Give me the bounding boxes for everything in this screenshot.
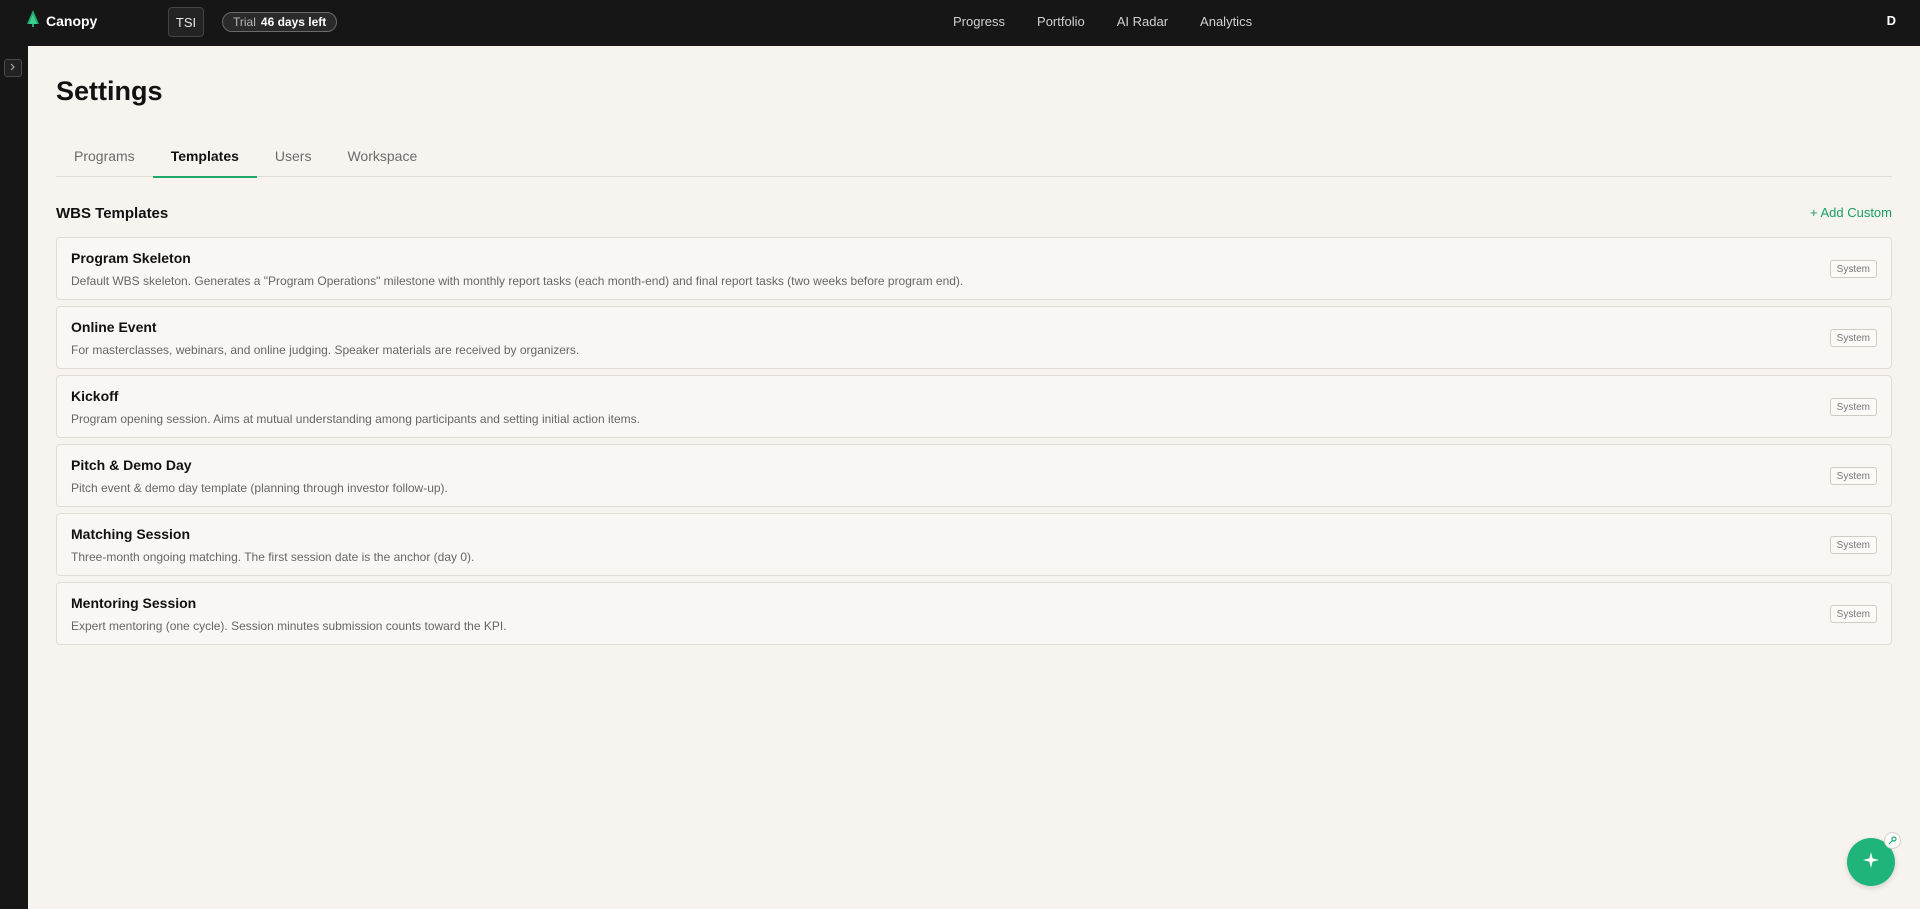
template-card-kickoff[interactable]: Kickoff Program opening session. Aims at… [56, 375, 1892, 438]
brand-name: Canopy [46, 13, 98, 29]
template-card-online-event[interactable]: Online Event For masterclasses, webinars… [56, 306, 1892, 369]
sparkle-icon [1862, 851, 1880, 874]
template-name: Pitch & Demo Day [71, 457, 192, 473]
system-badge: System [1829, 605, 1877, 623]
brand[interactable]: Canopy [26, 9, 98, 33]
trial-days-left: 46 days left [260, 15, 327, 29]
tab-programs[interactable]: Programs [56, 134, 153, 177]
sidebar-toggle-button[interactable] [4, 59, 22, 77]
add-custom-button[interactable]: + Add Custom [1810, 205, 1892, 220]
system-badge: System [1829, 260, 1877, 278]
system-badge: System [1829, 398, 1877, 416]
nav-portfolio[interactable]: Portfolio [1037, 14, 1085, 29]
assistant-pin-button[interactable] [1884, 832, 1901, 849]
tab-templates[interactable]: Templates [152, 134, 258, 178]
template-card-mentoring-session[interactable]: Mentoring Session Expert mentoring (one … [56, 582, 1892, 645]
main-content: Settings Programs Templates Users Worksp… [28, 46, 1920, 909]
nav-analytics[interactable]: Analytics [1200, 14, 1252, 29]
main-nav: Progress Portfolio AI Radar Analytics [953, 0, 1252, 42]
template-description: Default WBS skeleton. Generates a "Progr… [71, 274, 964, 288]
top-bar: Canopy TSI Trial 46 days left Progress P… [0, 0, 1920, 46]
chevron-right-icon [10, 63, 16, 73]
trial-label: Trial [233, 15, 256, 29]
org-name: TSI [175, 14, 197, 30]
template-card-pitch-demo-day[interactable]: Pitch & Demo Day Pitch event & demo day … [56, 444, 1892, 507]
template-name: Program Skeleton [71, 250, 191, 266]
template-name: Kickoff [71, 388, 119, 404]
template-list: Program Skeleton Default WBS skeleton. G… [56, 237, 1892, 651]
left-rail [0, 46, 28, 909]
template-name: Matching Session [71, 526, 191, 542]
tree-logo-icon [26, 9, 40, 33]
pin-icon [1888, 832, 1897, 850]
settings-tabs: Programs Templates Users Workspace [56, 134, 1892, 178]
org-switcher[interactable]: TSI [168, 7, 204, 37]
section-title: WBS Templates [56, 205, 169, 222]
system-badge: System [1829, 329, 1877, 347]
system-badge: System [1829, 467, 1877, 485]
template-description: Expert mentoring (one cycle). Session mi… [71, 619, 507, 633]
user-avatar[interactable]: D [1887, 13, 1896, 28]
system-badge: System [1829, 536, 1877, 554]
nav-progress[interactable]: Progress [953, 14, 1005, 29]
template-name: Online Event [71, 319, 157, 335]
template-name: Mentoring Session [71, 595, 197, 611]
tab-users[interactable]: Users [257, 134, 330, 177]
page-title: Settings [56, 76, 163, 106]
template-description: Program opening session. Aims at mutual … [71, 412, 640, 426]
template-card-matching-session[interactable]: Matching Session Three-month ongoing mat… [56, 513, 1892, 576]
template-description: Three-month ongoing matching. The first … [71, 550, 475, 564]
template-description: Pitch event & demo day template (plannin… [71, 481, 448, 495]
nav-ai-radar[interactable]: AI Radar [1117, 14, 1168, 29]
tab-workspace[interactable]: Workspace [329, 134, 435, 177]
template-card-program-skeleton[interactable]: Program Skeleton Default WBS skeleton. G… [56, 237, 1892, 300]
trial-badge[interactable]: Trial 46 days left [222, 12, 338, 32]
template-description: For masterclasses, webinars, and online … [71, 343, 580, 357]
